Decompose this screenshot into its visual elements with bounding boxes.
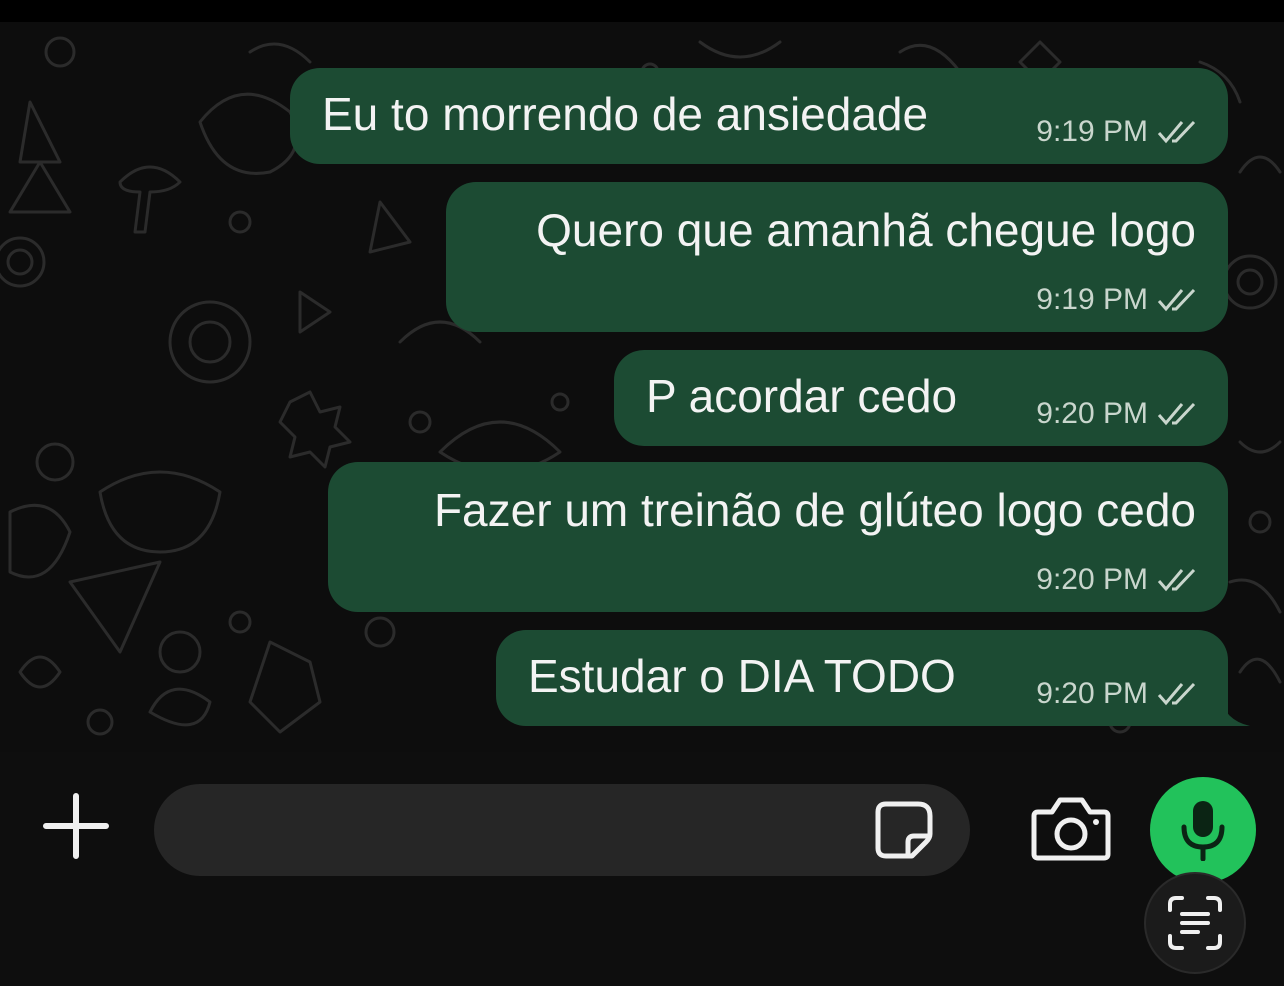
message-time: 9:19 PM [1036, 283, 1148, 316]
chat-screen: Eu to morrendo de ansiedade 9:19 PM Quer… [0, 0, 1284, 986]
double-check-icon [1157, 568, 1196, 592]
double-check-icon [1157, 288, 1196, 312]
sticker-icon[interactable] [872, 798, 936, 862]
message-meta: 9:19 PM [1036, 284, 1198, 316]
microphone-icon [1181, 801, 1225, 861]
text-scan-icon [1168, 896, 1222, 950]
double-check-icon [1157, 120, 1196, 144]
message-input-field[interactable] [154, 784, 970, 876]
message-time: 9:20 PM [1036, 677, 1148, 710]
status-bar-edge [0, 0, 1284, 22]
message-time: 9:20 PM [1036, 397, 1148, 430]
plus-icon[interactable] [40, 790, 112, 862]
chat-message-area[interactable]: Eu to morrendo de ansiedade 9:19 PM Quer… [0, 22, 1284, 752]
message-bubble[interactable]: Estudar o DIA TODO 9:20 PM [496, 630, 1250, 726]
message-meta: 9:20 PM [1036, 678, 1198, 710]
message-text: P acordar cedo [646, 370, 958, 422]
message-bubble[interactable]: Fazer um treinão de glúteo logo cedo 9:2… [328, 462, 1228, 612]
bubble-tail [1210, 696, 1250, 726]
message-text: Estudar o DIA TODO [528, 650, 956, 702]
message-meta: 9:19 PM [1036, 116, 1198, 148]
message-meta: 9:20 PM [1036, 398, 1198, 430]
message-time: 9:20 PM [1036, 563, 1148, 596]
camera-icon[interactable] [1030, 794, 1112, 864]
mic-button[interactable] [1150, 777, 1256, 883]
double-check-icon [1157, 402, 1196, 426]
message-bubble[interactable]: Quero que amanhã chegue logo 9:19 PM [446, 182, 1228, 332]
text-scan-button[interactable] [1144, 872, 1246, 974]
message-meta: 9:20 PM [1036, 564, 1198, 596]
message-text: Eu to morrendo de ansiedade [322, 88, 929, 140]
message-text: Fazer um treinão de glúteo logo cedo [433, 484, 1196, 536]
message-text: Quero que amanhã chegue logo [536, 204, 1196, 256]
message-bubble[interactable]: Eu to morrendo de ansiedade 9:19 PM [290, 68, 1228, 164]
message-input[interactable] [194, 808, 860, 852]
message-time: 9:19 PM [1036, 115, 1148, 148]
double-check-icon [1157, 682, 1196, 706]
message-bubble[interactable]: P acordar cedo 9:20 PM [614, 350, 1228, 446]
